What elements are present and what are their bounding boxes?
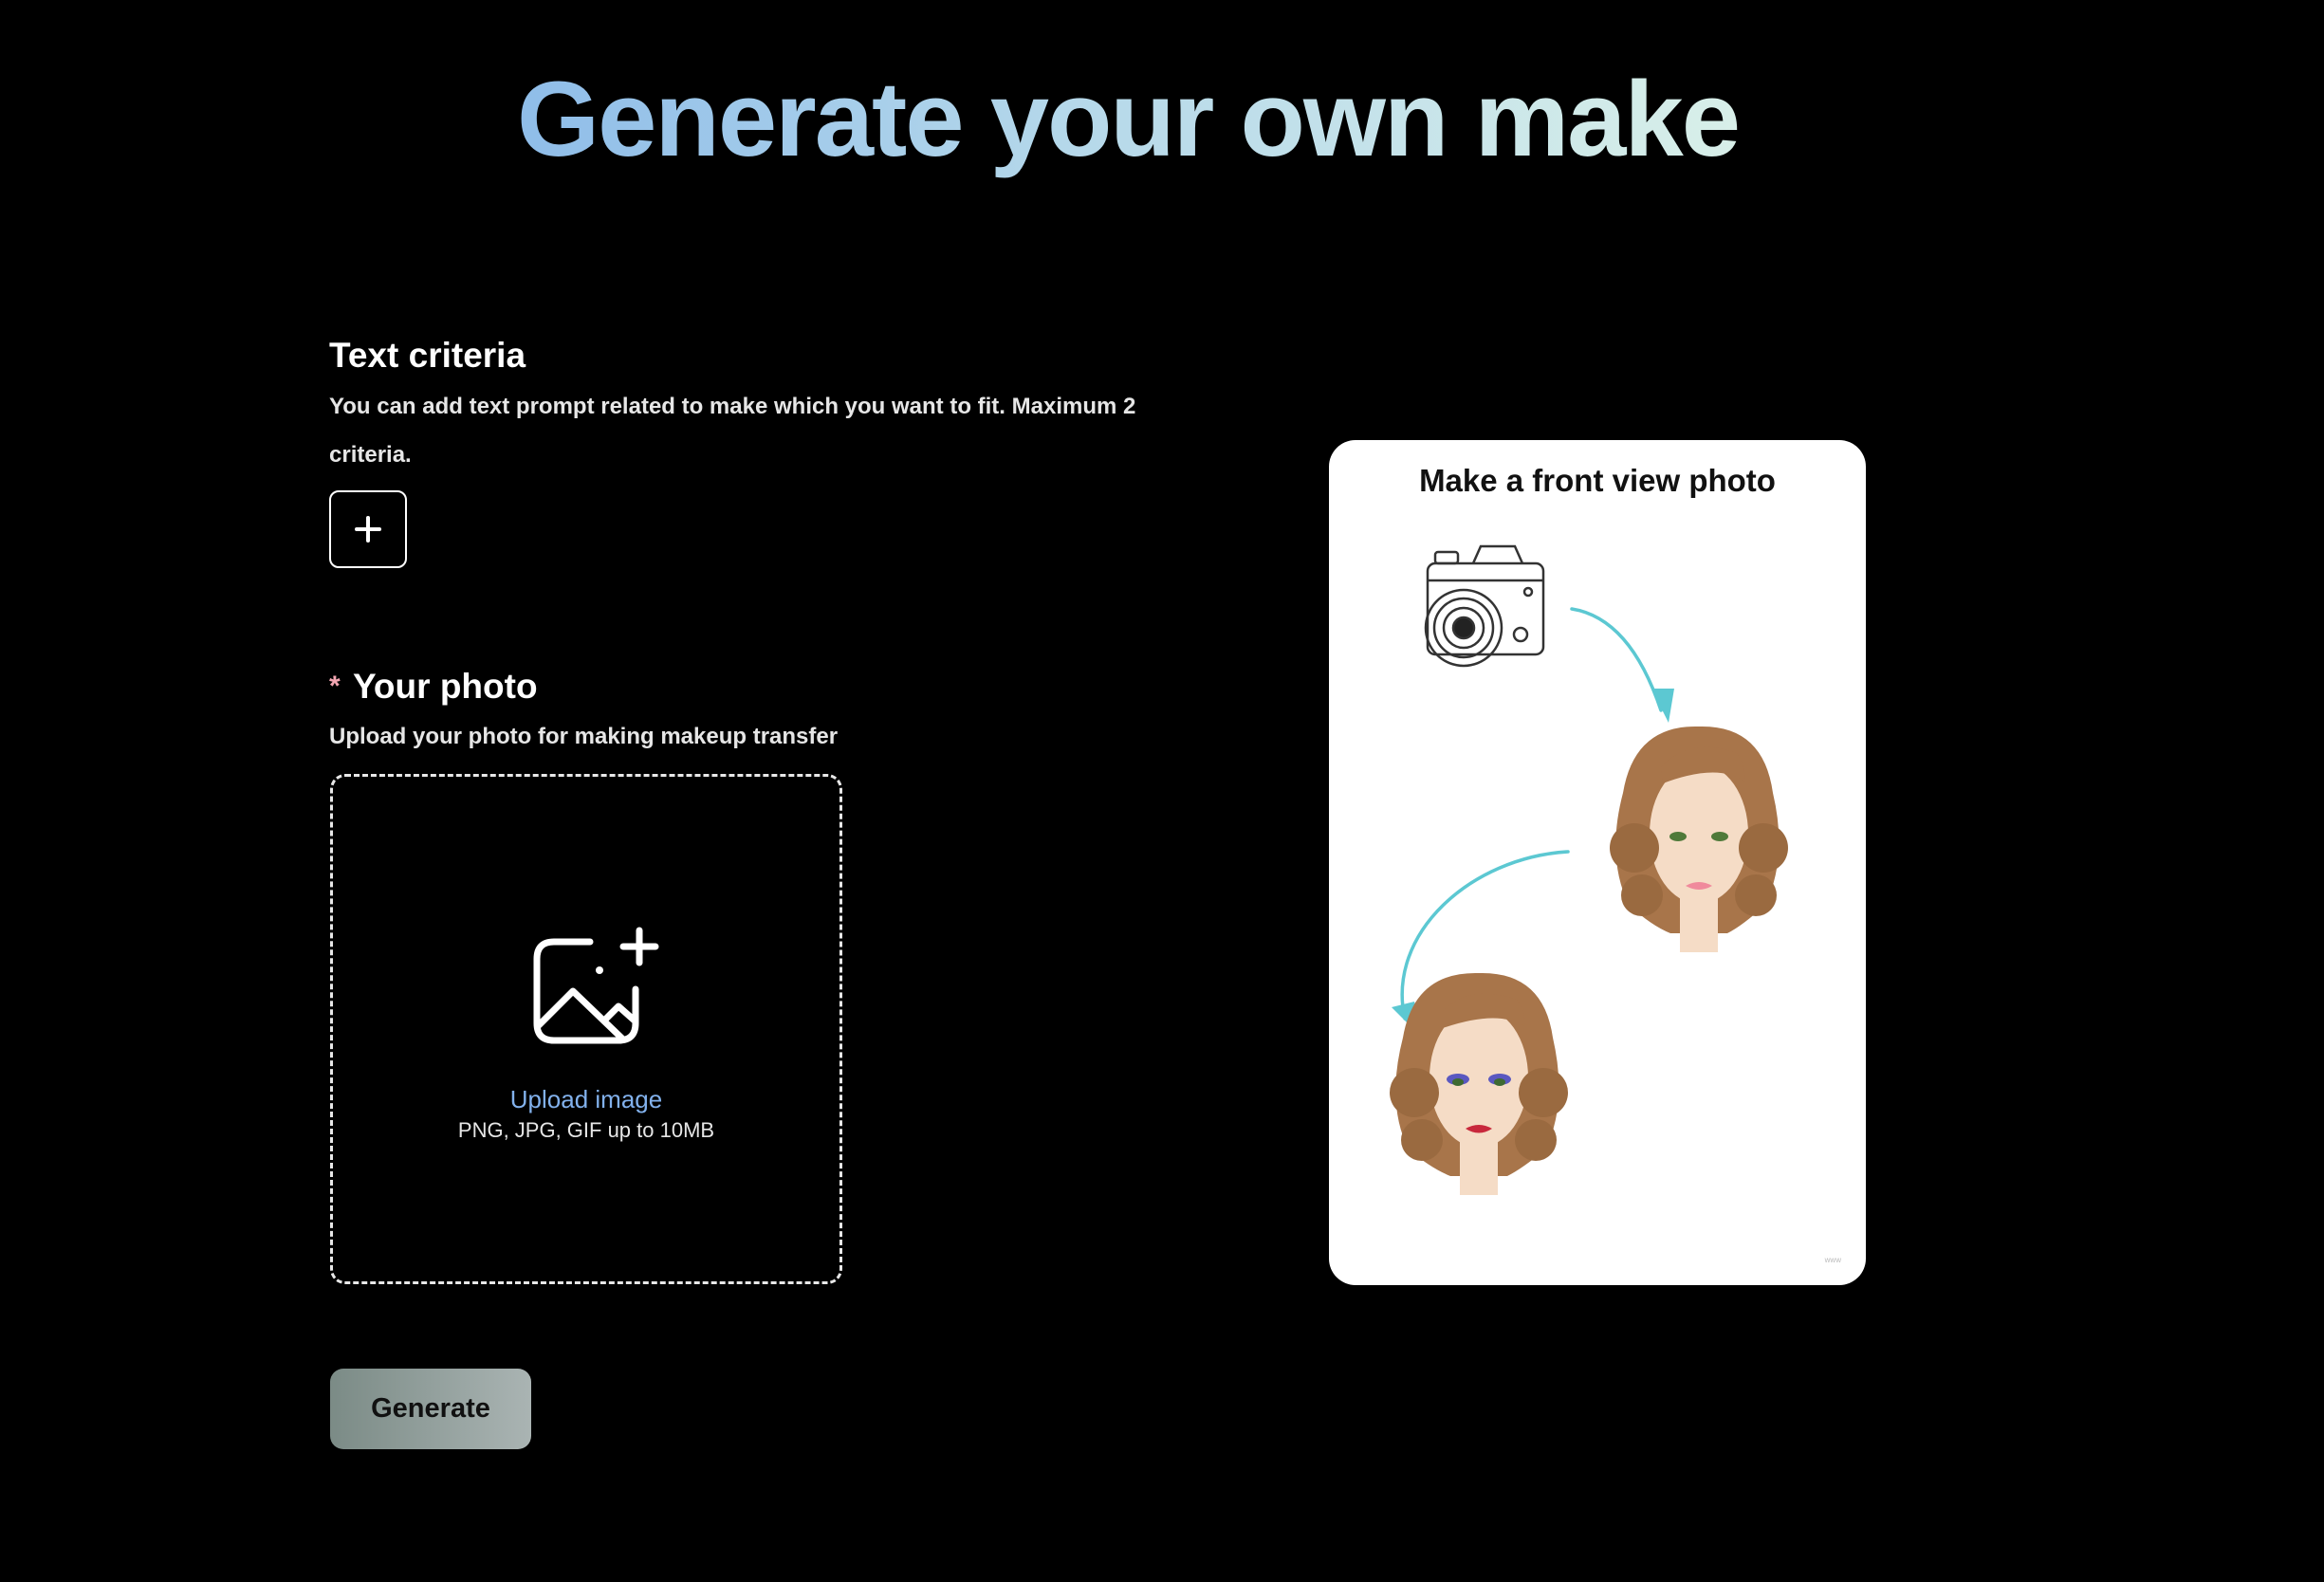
upload-hint: PNG, JPG, GIF up to 10MB (457, 1118, 715, 1142)
plus-icon (355, 516, 381, 543)
required-mark: * (329, 671, 341, 702)
page: Generate your own make Text criteria You… (0, 0, 2324, 1582)
photo-description: Upload your photo for making makeup tran… (329, 724, 839, 749)
text-criteria-heading: Text criteria (329, 336, 526, 375)
text-criteria-description: You can add text prompt related to make … (329, 394, 1136, 468)
woman-face-natural (1610, 726, 1788, 952)
camera-icon (1424, 544, 1545, 668)
page-title: Generate your own make (517, 59, 1741, 181)
photo-dropzone[interactable]: Upload image PNG, JPG, GIF up to 10MB (330, 774, 842, 1284)
woman-face-made-up (1390, 972, 1568, 1195)
add-criteria-button[interactable] (329, 490, 407, 568)
generate-button[interactable]: Generate (330, 1369, 531, 1449)
guide-illustration (1390, 544, 1788, 1195)
image-plus-icon (533, 927, 659, 1044)
guide-card: Make a front view photo www (1329, 440, 1866, 1285)
card-watermark: www (1824, 1256, 1841, 1264)
photo-heading: Your photo (353, 667, 538, 706)
upload-image-link[interactable]: Upload image (333, 1085, 839, 1114)
